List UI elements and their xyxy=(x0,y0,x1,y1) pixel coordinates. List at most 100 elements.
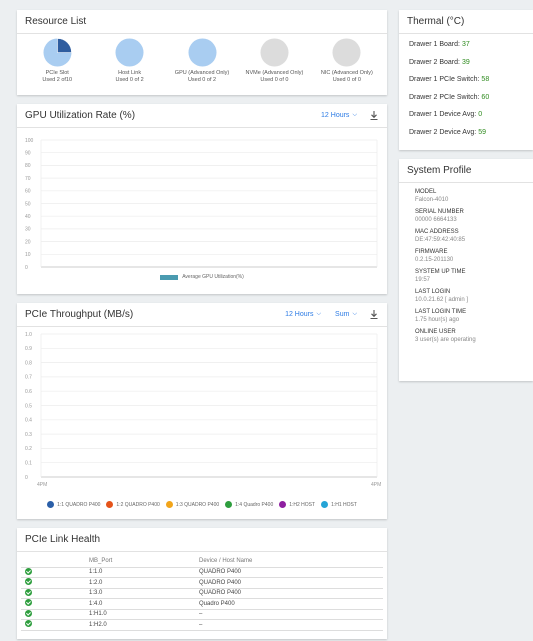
thermal-row: Drawer 2 Device Avg: 59 xyxy=(399,124,533,142)
y-tick-label: 0.8 xyxy=(25,360,32,366)
profile-value: 3 user(s) are operating xyxy=(415,337,476,343)
legend-label: 1:4 Quadro P400 xyxy=(235,501,274,508)
profile-item: MODEL Falcon-4010 xyxy=(399,188,533,204)
legend-item[interactable]: 1:1 QUADRO P400 xyxy=(47,501,100,508)
check-circle-icon xyxy=(25,588,32,596)
pie-background xyxy=(115,38,144,67)
profile-value: 1.75 hour(s) ago xyxy=(415,317,460,323)
table-row[interactable]: 1:1.0 QUADRO P400 xyxy=(21,567,383,578)
profile-item: SERIAL NUMBER 00000 6664133 xyxy=(399,208,533,224)
y-tick-label: 90 xyxy=(25,151,31,157)
legend-item[interactable]: 1:2 QUADRO P400 xyxy=(106,501,160,508)
y-tick-label: 1.0 xyxy=(25,332,32,338)
profile-label: ONLINE USER xyxy=(415,329,456,335)
thermal-label: Drawer 1 Board: xyxy=(409,41,460,48)
pcie-link-health-card: PCIe Link Health MB_Port Device / Host N… xyxy=(17,528,387,639)
legend-item-avg-gpu[interactable]: Average GPU Utilization(%) xyxy=(160,274,244,280)
thermal-label: Drawer 1 PCIe Switch: xyxy=(409,76,480,83)
resource-item-name: NIC (Advanced Only) xyxy=(320,70,373,76)
legend-item[interactable]: 1:3 QUADRO P400 xyxy=(165,501,219,508)
y-tick-label: 0 xyxy=(25,475,28,481)
legend-label: Average GPU Utilization(%) xyxy=(182,274,244,280)
thermal-value: 60 xyxy=(481,93,490,101)
profile-label: MODEL xyxy=(415,189,437,195)
port-cell: 1:4.0 xyxy=(89,598,199,610)
thermal-row: Drawer 2 PCIe Switch: 60 xyxy=(399,89,533,107)
mb-port-column-header[interactable]: MB_Port xyxy=(89,556,199,568)
device-cell: – xyxy=(199,609,383,620)
thermal-title: Thermal (°C) xyxy=(407,16,465,27)
system-profile-header: System Profile xyxy=(399,159,533,183)
pcie-throughput-chart: 1.0 0.9 0.8 0.7 0.6 0.5 0.4 0.3 0.2 0.1 0 4PM 4PM xyxy=(25,332,381,488)
resource-item-used: Used 0 of 0 xyxy=(332,77,361,83)
pcie-range-dropdown[interactable]: 12 Hours ⌵ xyxy=(285,311,321,318)
resource-item-nic[interactable]: NIC (Advanced Only) Used 0 of 0 xyxy=(311,38,383,84)
gpu-utilization-chart: 1009080706050403020100 xyxy=(25,138,378,271)
check-circle-icon xyxy=(25,599,32,607)
legend-label: 1:H1 HOST xyxy=(331,501,357,508)
thermal-row: Drawer 1 Device Avg: 0 xyxy=(399,106,533,124)
system-profile-list: MODEL Falcon-4010 SERIAL NUMBER 00000 66641… xyxy=(399,183,533,344)
resource-list-title: Resource List xyxy=(25,16,87,27)
profile-value: 0.2.15-201130 xyxy=(415,257,454,263)
y-tick-label: 0.9 xyxy=(25,346,32,352)
chevron-down-icon: ⌵ xyxy=(316,311,322,317)
profile-label: FIRMWARE xyxy=(415,249,448,255)
profile-label: LAST LOGIN xyxy=(415,289,451,295)
resource-item-used: Used 0 of 2 xyxy=(187,77,217,83)
pcie-slot-pie-icon xyxy=(43,38,72,67)
table-row[interactable]: 1:3.0 QUADRO P400 xyxy=(21,588,383,599)
download-icon[interactable] xyxy=(369,110,379,121)
device-cell: QUADRO P400 xyxy=(199,577,383,589)
check-circle-icon xyxy=(25,609,32,617)
resource-item-gpu[interactable]: GPU (Advanced Only) Used 0 of 2 xyxy=(166,38,238,84)
legend-label: 1:2 QUADRO P400 xyxy=(116,501,160,508)
legend-swatch xyxy=(106,501,114,508)
gpu-utilization-title: GPU Utilization Rate (%) xyxy=(25,110,136,121)
gpu-utilization-card: GPU Utilization Rate (%) 12 Hours ⌵ 100 9… xyxy=(17,104,387,294)
resource-item-host-link[interactable]: Host Link Used 0 of 2 xyxy=(93,38,165,84)
status-cell xyxy=(21,577,89,589)
gpu-range-dropdown[interactable]: 12 Hours ⌵ xyxy=(321,112,357,119)
table-row[interactable]: 1:2.0 QUADRO P400 xyxy=(21,577,383,589)
thermal-row: Drawer 2 Board: 39 xyxy=(399,54,533,72)
y-tick-label: 0.7 xyxy=(25,375,32,381)
chevron-down-icon: ⌵ xyxy=(352,112,357,118)
y-tick-label: 50 xyxy=(25,201,31,207)
legend-swatch xyxy=(165,501,173,508)
host-link-pie-icon xyxy=(115,38,144,67)
thermal-value: 37 xyxy=(461,41,470,48)
y-tick-label: 0.5 xyxy=(25,403,32,409)
thermal-value: 59 xyxy=(478,128,486,136)
y-tick-label: 20 xyxy=(25,239,31,245)
y-tick-label: 70 xyxy=(25,176,31,182)
chevron-down-icon: ⌵ xyxy=(352,311,357,317)
check-circle-icon xyxy=(25,578,32,586)
profile-value: DE:47:59:42:40:85 xyxy=(415,237,466,243)
profile-item: MAC ADDRESS DE:47:59:42:40:85 xyxy=(399,228,533,244)
resource-item-nvme[interactable]: NVMe (Advanced Only) Used 0 of 0 xyxy=(238,38,310,84)
resource-item-pcie-slot[interactable]: PCIe Slot Used 2 of10 xyxy=(21,38,93,84)
y-tick-label: 10 xyxy=(25,252,31,258)
pcie-chart-legend: 1:1 QUADRO P400 1:2 QUADRO P400 1:3 QUADRO… xyxy=(17,501,387,508)
check-circle-icon xyxy=(25,620,32,628)
profile-item: LAST LOGIN TIME 1.75 hour(s) ago xyxy=(399,308,533,324)
pie-background xyxy=(260,38,289,67)
legend-item[interactable]: 1:4 Quadro P400 xyxy=(225,501,273,508)
table-row[interactable]: 1:H2.0– xyxy=(21,619,383,631)
download-icon[interactable] xyxy=(369,309,379,320)
device-column-header[interactable]: Device / Host Name xyxy=(199,556,383,568)
x-tick-label: 4PM xyxy=(371,482,381,488)
y-tick-label: 100 xyxy=(25,138,34,144)
resource-item-name: PCIe Slot xyxy=(45,70,69,76)
table-row[interactable]: 1:4.0 Quadro P400 xyxy=(21,598,383,610)
device-cell: QUADRO P400 xyxy=(199,588,383,599)
profile-value: 00000 6664133 xyxy=(415,217,457,223)
profile-label: MAC ADDRESS xyxy=(415,229,459,235)
legend-item[interactable]: 1:H1 HOST xyxy=(321,501,357,508)
table-row[interactable]: 1:H1.0– xyxy=(21,609,383,620)
port-cell: 1:3.0 xyxy=(89,588,199,599)
nic-pie-icon xyxy=(332,38,361,67)
pcie-aggregate-dropdown[interactable]: Sum ⌵ xyxy=(335,311,357,318)
legend-item[interactable]: 1:H2 HOST xyxy=(279,501,315,508)
